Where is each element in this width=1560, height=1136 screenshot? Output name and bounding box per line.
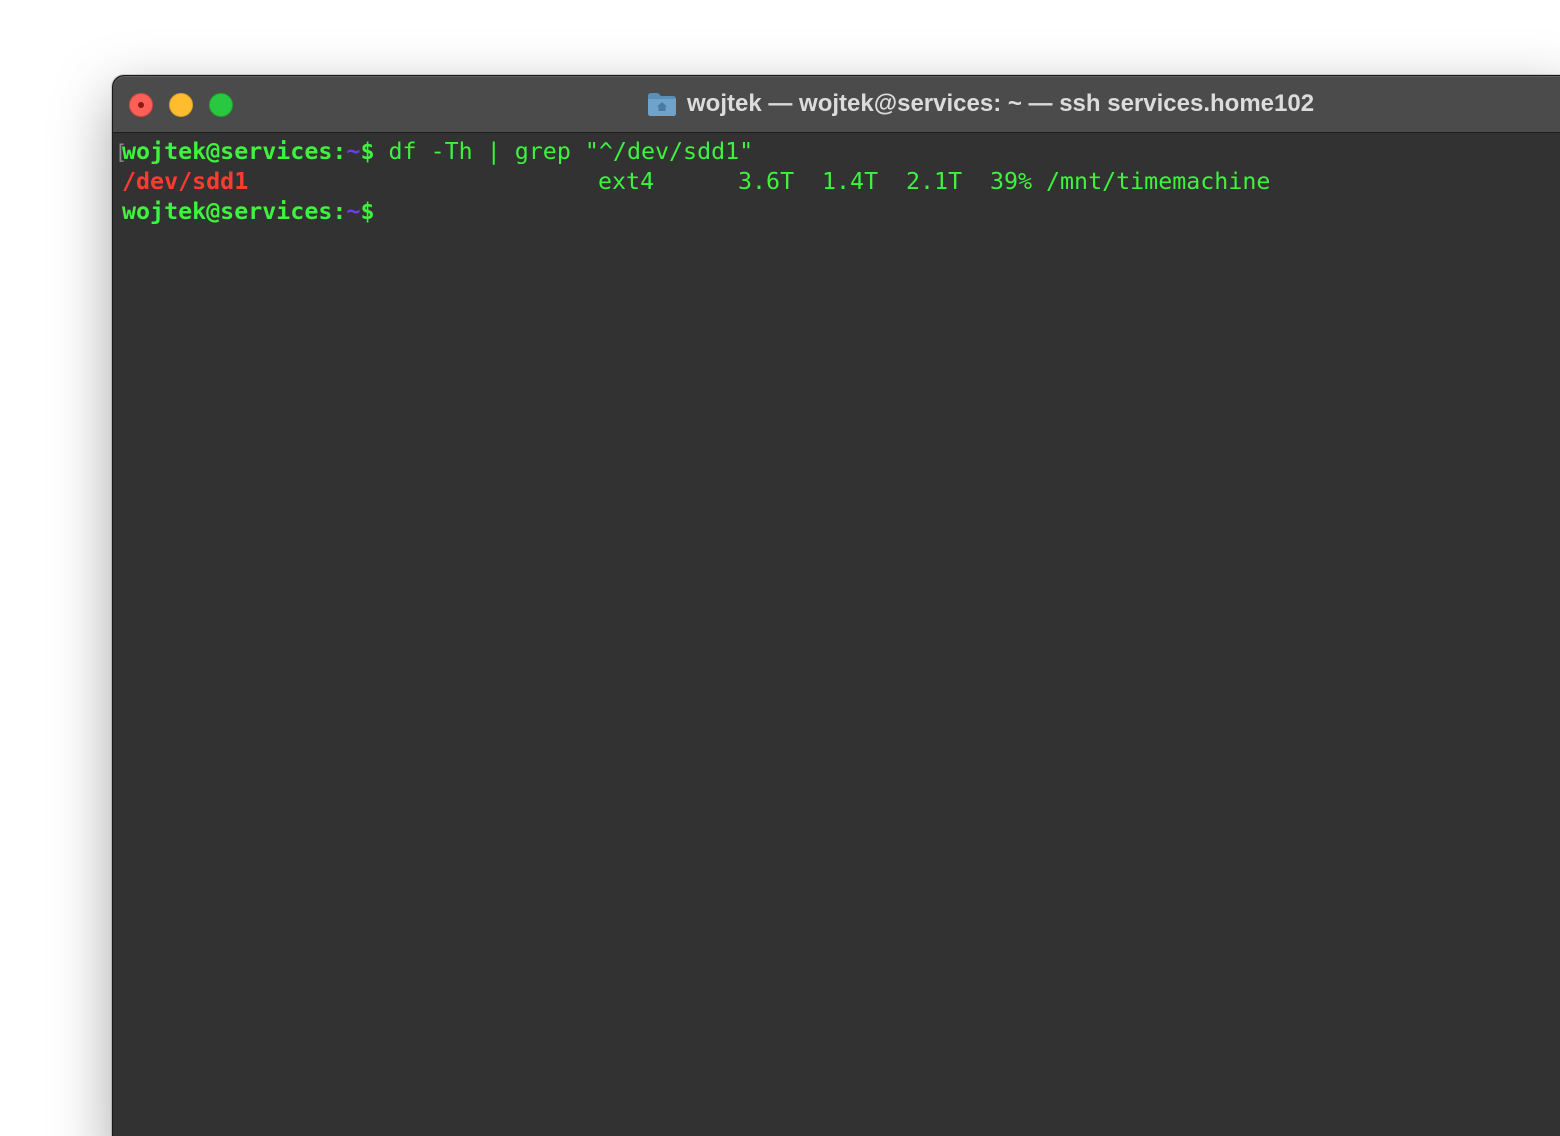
close-icon [138,102,144,108]
output-use-percent: 39% [990,168,1033,195]
close-button[interactable] [129,93,153,117]
output-mount: /mnt/timemachine [1046,168,1271,195]
prompt-path: ~ [346,198,361,225]
terminal-line-output: /dev/sdd1 ext4 3.6T 1.4T 2.1T 39% /mnt/t… [113,167,1560,197]
terminal-line-command: [wojtek@services:~$ df -Th | grep "^/dev… [113,137,1560,167]
window-title-wrap: wojtek — wojtek@services: ~ — ssh servic… [647,87,1314,121]
output-size: 3.6T [738,168,795,195]
output-used: 1.4T [822,168,879,195]
output-fstype: ext4 [598,168,655,195]
prompt-user-host: wojtek@services: [122,138,347,165]
prompt-user-host: wojtek@services: [122,198,347,225]
terminal-line-prompt[interactable]: wojtek@services:~$ [113,197,1560,227]
prompt-path: ~ [346,138,361,165]
mark-bracket: [ [115,140,128,164]
terminal-content[interactable]: [wojtek@services:~$ df -Th | grep "^/dev… [113,133,1560,1136]
terminal-window[interactable]: wojtek — wojtek@services: ~ — ssh servic… [112,75,1560,1136]
prompt-dollar: $ [360,138,375,165]
minimize-button[interactable] [169,93,193,117]
window-title: wojtek — wojtek@services: ~ — ssh servic… [687,90,1315,117]
output-avail: 2.1T [906,168,963,195]
title-bar[interactable]: wojtek — wojtek@services: ~ — ssh servic… [113,76,1560,133]
desktop: wojtek — wojtek@services: ~ — ssh servic… [0,0,1560,1136]
folder-home-icon [647,91,677,117]
output-device: /dev/sdd1 [122,168,249,195]
zoom-button[interactable] [209,93,233,117]
prompt-dollar: $ [360,198,375,225]
command-text: df -Th | grep "^/dev/sdd1" [374,138,754,165]
